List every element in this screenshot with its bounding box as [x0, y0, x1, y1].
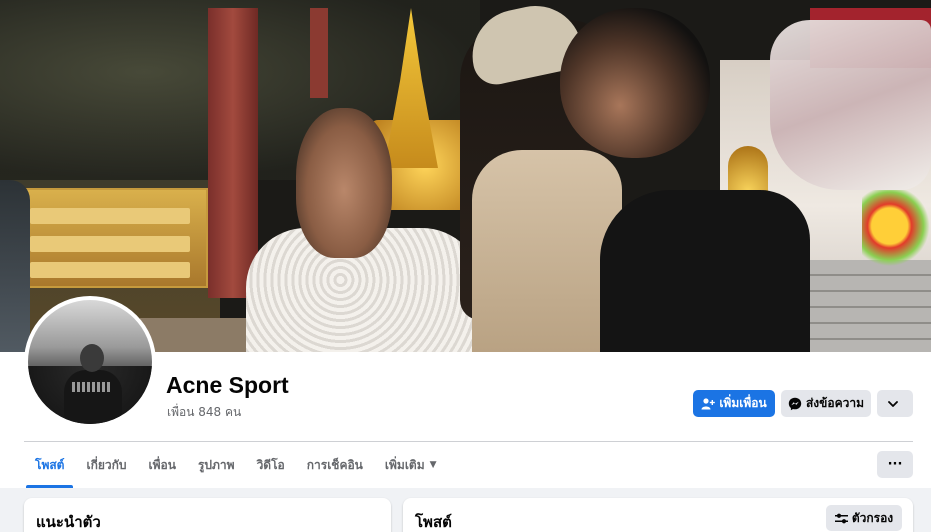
messenger-icon: [788, 397, 802, 410]
tab-check-ins[interactable]: การเช็คอิน: [296, 442, 374, 488]
tab-photos[interactable]: รูปภาพ: [187, 442, 246, 488]
cover-arm-with-offering: [770, 20, 931, 190]
filter-label: ตัวกรอง: [851, 510, 894, 525]
profile-more-button[interactable]: [877, 390, 913, 417]
tab-more[interactable]: เพิ่มเติม ▼: [374, 442, 448, 488]
cover-photo[interactable]: [0, 0, 931, 352]
tab-label: วิดีโอ: [256, 457, 285, 472]
intro-card-title: แนะนำตัว: [36, 513, 101, 531]
avatar[interactable]: [28, 300, 152, 424]
tab-label: เพิ่มเติม: [384, 457, 425, 472]
cover-pillar: [208, 8, 258, 298]
avatar-person-body: [64, 370, 122, 420]
cover-railing: [140, 318, 250, 352]
friend-count[interactable]: เพื่อน 848 คน: [167, 403, 241, 422]
tabs-overflow-button[interactable]: ···: [877, 451, 913, 478]
cover-shrine-detail: [30, 208, 190, 224]
cover-man-head: [560, 8, 710, 158]
tab-label: การเช็คอิน: [306, 457, 363, 472]
avatar-person-head: [80, 344, 104, 372]
intro-card: แนะนำตัว: [24, 498, 391, 532]
cover-shrine-detail: [30, 236, 190, 252]
caret-down-icon: ▼: [429, 460, 437, 470]
add-friend-button[interactable]: เพิ่มเพื่อน: [693, 390, 775, 417]
posts-card: โพสต์ ตัวกรอง: [403, 498, 913, 532]
tab-friends[interactable]: เพื่อน: [138, 442, 187, 488]
profile-header: Acne Sport เพื่อน 848 คน เพิ่มเพื่อน ส่ง…: [0, 0, 931, 488]
tab-label: รูปภาพ: [197, 457, 235, 472]
message-button[interactable]: ส่งข้อความ: [781, 390, 871, 417]
chevron-down-icon: [888, 400, 898, 407]
cover-flowers: [862, 190, 931, 280]
cover-left-person: [0, 180, 30, 352]
filter-button[interactable]: ตัวกรอง: [826, 505, 902, 531]
posts-card-title: โพสต์: [415, 513, 452, 531]
tab-about[interactable]: เกี่ยวกับ: [75, 442, 137, 488]
tab-label: โพสต์: [35, 457, 65, 472]
tab-label: เกี่ยวกับ: [86, 457, 127, 472]
cover-man-body: [600, 190, 810, 352]
profile-tabs: โพสต์ เกี่ยวกับ เพื่อน รูปภาพ วิดีโอ การ…: [24, 442, 448, 488]
cover-pillar: [310, 8, 328, 98]
tab-videos[interactable]: วิดีโอ: [246, 442, 296, 488]
add-friend-label: เพิ่มเพื่อน: [719, 396, 767, 410]
tab-posts[interactable]: โพสต์: [24, 442, 75, 488]
tab-label: เพื่อน: [148, 457, 176, 472]
cover-woman-head: [296, 108, 392, 258]
ellipsis-icon: ···: [887, 457, 903, 472]
cover-shrine-detail: [30, 262, 190, 278]
avatar-shirt-print: [72, 382, 112, 392]
profile-name: Acne Sport: [166, 372, 289, 398]
filter-sliders-icon: [834, 513, 848, 523]
add-friend-icon: [701, 397, 716, 409]
message-label: ส่งข้อความ: [805, 396, 864, 410]
